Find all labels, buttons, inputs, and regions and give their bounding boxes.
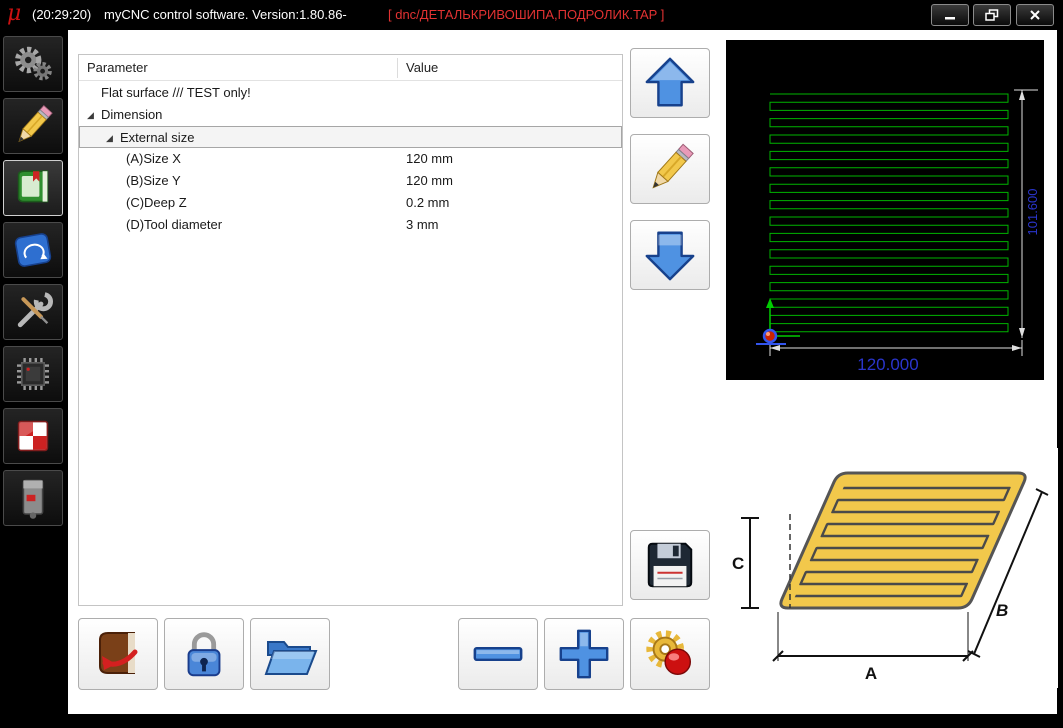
column-parameter: Parameter [87, 60, 148, 75]
decrease-button[interactable] [458, 618, 538, 690]
toolpath-canvas: 120.000 101.600 [756, 89, 1040, 374]
move-up-button[interactable] [630, 48, 710, 118]
illustration-canvas: C A B [732, 471, 1049, 683]
dimension-illustration: C A B [728, 448, 1058, 688]
sidebar-item-edit[interactable] [3, 98, 63, 154]
dim-width-text: 120.000 [857, 355, 918, 374]
parameter-table: Parameter Value Flat surface /// TEST on… [78, 54, 623, 606]
table-row[interactable]: (C)Deep Z 0.2 mm [79, 192, 622, 214]
table-header: Parameter Value [79, 55, 622, 81]
save-button[interactable] [630, 530, 710, 600]
process-settings-button[interactable] [630, 618, 710, 690]
titlebar: μ (20:29:20) myCNC control software. Ver… [0, 0, 1063, 30]
book-exit-icon [99, 632, 138, 674]
pencil-icon [18, 105, 53, 143]
table-row[interactable]: (A)Size X 120 mm [79, 148, 622, 170]
parameter-value: 0.2 mm [406, 195, 450, 210]
close-button[interactable] [1016, 4, 1054, 26]
table-row[interactable]: ◢ External size [79, 126, 622, 148]
minimize-button[interactable] [931, 4, 969, 26]
parameter-name: (B)Size Y [126, 173, 181, 188]
open-folder-icon [264, 641, 318, 675]
floppy-disk-icon [647, 542, 693, 588]
mu-logo-icon: μ [7, 1, 22, 26]
arrow-up-icon [645, 57, 695, 107]
dim-a-lines [772, 612, 974, 662]
edit-value-button[interactable] [630, 134, 710, 204]
pencil-icon [652, 143, 694, 189]
open-file-button[interactable] [250, 618, 330, 690]
chip-icon [17, 358, 49, 390]
maximize-button[interactable] [973, 4, 1011, 26]
column-divider [397, 58, 398, 78]
toolpath-serpentine [769, 93, 1009, 333]
parameter-value: 120 mm [406, 173, 453, 188]
dimension-arrows [770, 90, 1025, 351]
parameter-name: (C)Deep Z [126, 195, 187, 210]
table-row[interactable]: (B)Size Y 120 mm [79, 170, 622, 192]
sidebar-item-program[interactable] [3, 160, 63, 216]
lock-button[interactable] [164, 618, 244, 690]
app-window: μ (20:29:20) myCNC control software. Ver… [0, 0, 1063, 728]
close-icon [1030, 10, 1040, 20]
parameter-value: 3 mm [406, 217, 439, 232]
label-b: B [996, 601, 1008, 620]
motor-icon [22, 479, 44, 519]
table-row[interactable]: Flat surface /// TEST only! [79, 82, 622, 104]
gear-red-ball-icon [646, 630, 692, 676]
sidebar-item-motor[interactable] [3, 470, 63, 526]
clock-text: (20:29:20) [32, 7, 92, 22]
sidebar-item-diagnostics[interactable] [3, 408, 63, 464]
mycnc-tile-icon [14, 233, 52, 267]
sidebar-item-mycnc[interactable] [3, 222, 63, 278]
exit-button[interactable] [78, 618, 158, 690]
minimize-icon [945, 17, 955, 20]
toolpath-preview[interactable]: 120.000 101.600 [726, 40, 1044, 380]
parameter-name: Flat surface /// TEST only! [101, 85, 251, 100]
checkered-icon [17, 420, 49, 452]
minus-icon [473, 646, 523, 662]
expand-triangle-icon[interactable]: ◢ [87, 104, 94, 126]
parameter-name: (D)Tool diameter [126, 217, 223, 232]
table-row[interactable]: (D)Tool diameter 3 mm [79, 214, 622, 236]
table-row[interactable]: ◢ Dimension [79, 104, 622, 126]
parameter-rows: Flat surface /// TEST only! ◢ Dimension ◢ Ex… [79, 82, 622, 605]
padlock-icon [187, 632, 221, 677]
book-icon [17, 170, 49, 203]
label-a: A [865, 664, 877, 683]
gears-icon [15, 46, 52, 81]
label-c: C [732, 554, 744, 573]
parameter-name: (A)Size X [126, 151, 181, 166]
main-area: Parameter Value Flat surface /// TEST on… [68, 30, 1058, 714]
parameter-name: External size [120, 130, 195, 145]
app-title: myCNC control software. Version:1.80.86- [104, 7, 347, 22]
parameter-value: 120 mm [406, 151, 453, 166]
origin-marker [756, 298, 800, 345]
wrench-icon [17, 292, 53, 328]
loaded-file-path: [ dnc/ДЕТАЛЬКРИВОШИПА,ПОДРОЛИК.TAP ] [388, 7, 665, 22]
restore-icon [985, 8, 999, 21]
arrow-down-icon [645, 231, 695, 281]
expand-triangle-icon[interactable]: ◢ [106, 127, 113, 149]
sidebar-item-hardware[interactable] [3, 346, 63, 402]
sidebar-item-settings[interactable] [3, 36, 63, 92]
plate-shape [779, 471, 1027, 610]
dimension-lines [769, 89, 1038, 356]
sidebar-item-tools[interactable] [3, 284, 63, 340]
plus-icon [559, 629, 609, 679]
increase-button[interactable] [544, 618, 624, 690]
column-value: Value [406, 60, 439, 75]
move-down-button[interactable] [630, 220, 710, 290]
dim-height-text: 101.600 [1025, 189, 1040, 236]
parameter-name: Dimension [101, 107, 163, 122]
sidebar [0, 30, 68, 728]
